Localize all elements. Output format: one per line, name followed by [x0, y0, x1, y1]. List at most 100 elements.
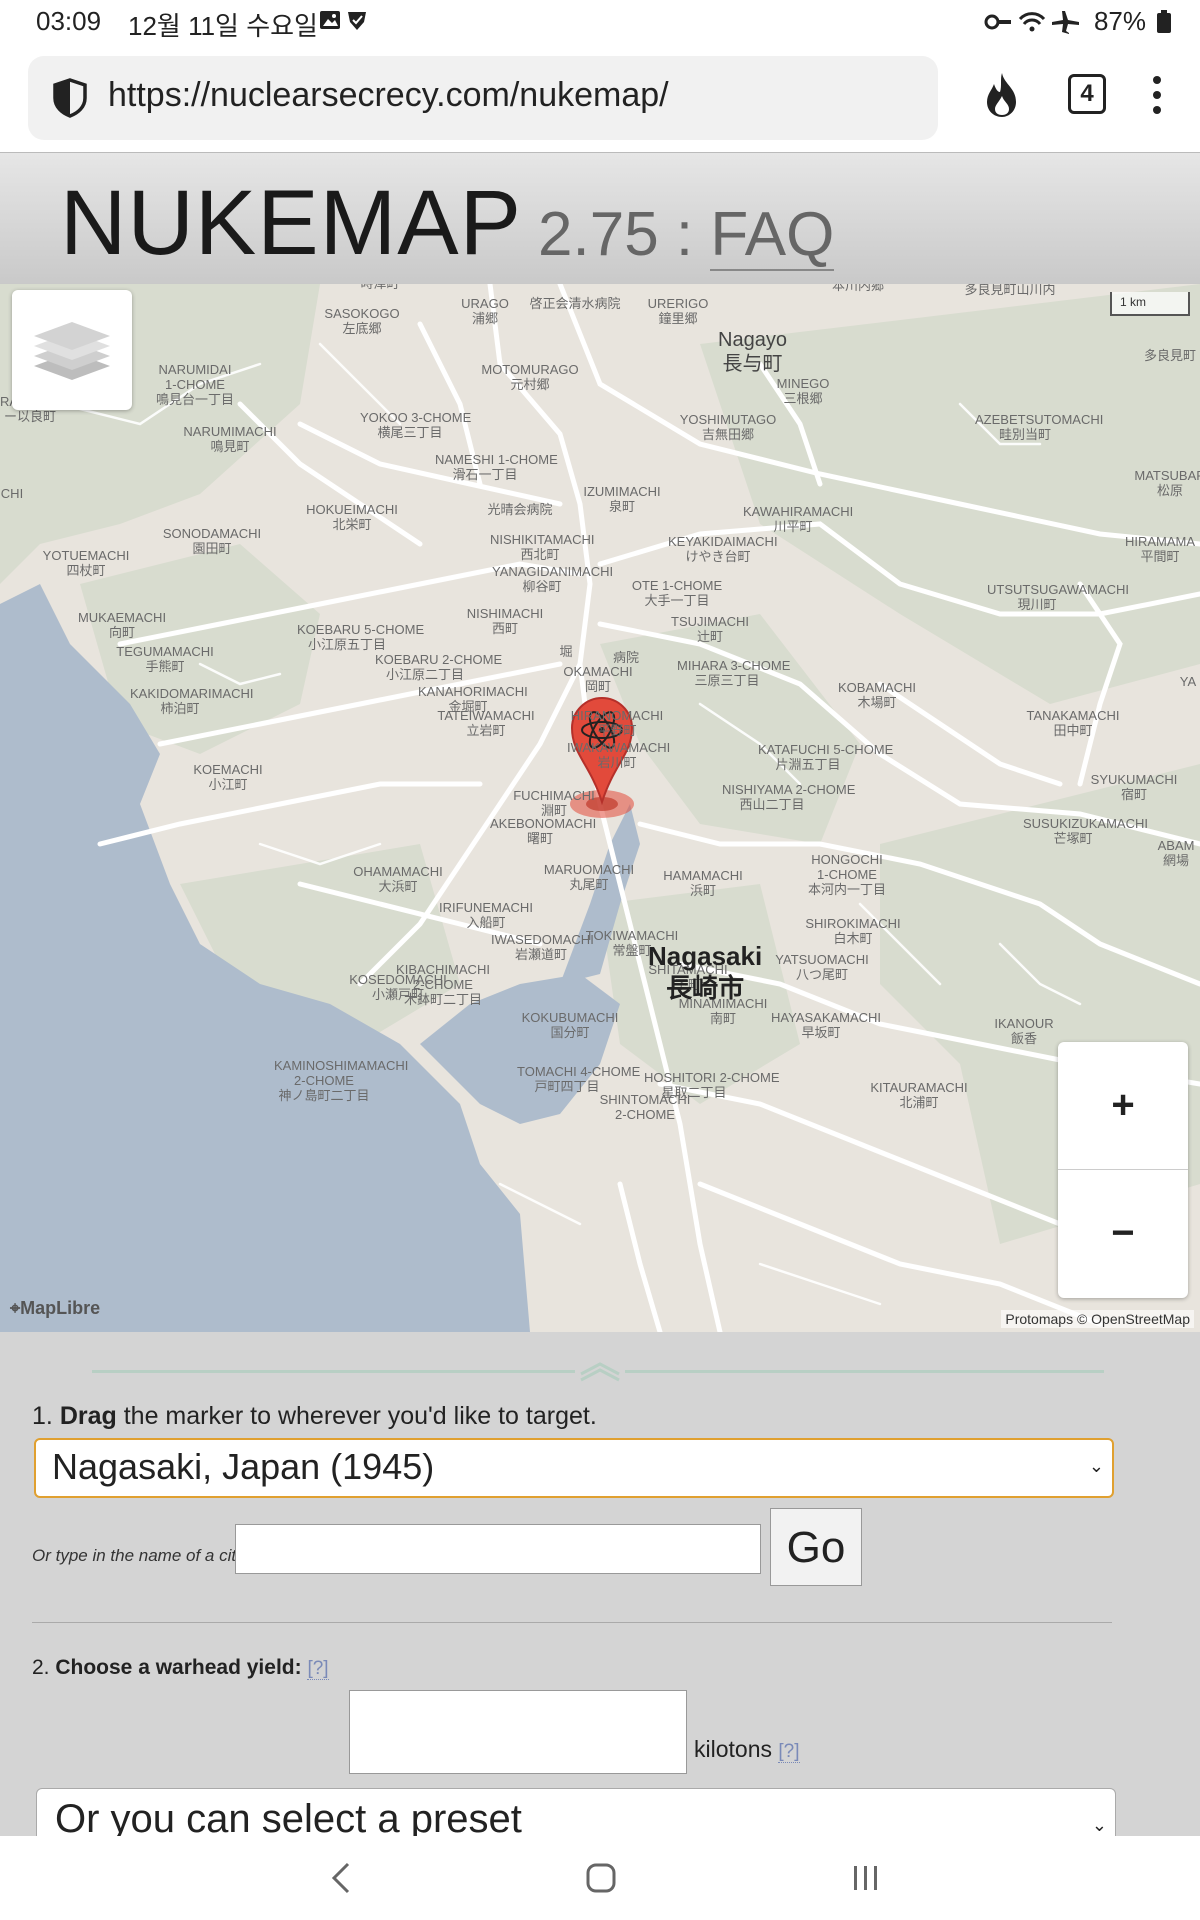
district-label: SASOKOGO 左底郷 [324, 306, 400, 336]
chevron-up-icon[interactable] [575, 1352, 625, 1382]
district-label: KOEMACHI 小江町 [193, 762, 263, 792]
battery-icon [1157, 9, 1171, 33]
url-text[interactable]: https://nuclearsecrecy.com/nukemap/ [108, 76, 669, 115]
site-header: NUKEMAP 2.75 : FAQ [0, 152, 1200, 285]
chevron-down-icon: ⌄ [1088, 1456, 1104, 1476]
yield-help-link[interactable]: [?] [307, 1658, 329, 1680]
district-label: TANAKAMACHI 田中町 [1026, 708, 1120, 738]
district-label: HIRAMAMA 平間町 [1124, 534, 1196, 564]
district-label: 本川内郷 [831, 284, 884, 293]
district-label: HIRANOMACHI 平野町 [570, 708, 664, 738]
district-label: TATEIWAMACHI 立岩町 [437, 708, 535, 738]
district-label: NARUMIMACHI 鳴見町 [183, 424, 277, 454]
preset-select[interactable]: Or you can select a preset ⌄ [36, 1788, 1116, 1836]
district-label: KOEBARU 5-CHOME 小江原五丁目 [297, 622, 425, 652]
android-nav-bar [0, 1836, 1200, 1920]
layers-button[interactable] [12, 290, 132, 410]
chevron-down-icon: ⌄ [1091, 1815, 1107, 1835]
fire-icon[interactable] [980, 70, 1024, 120]
district-label: HAMAMACHI 浜町 [663, 868, 743, 898]
district-label: URAGO 浦郷 [461, 296, 509, 326]
district-label: HAYASAKAMACHI 早坂町 [771, 1010, 882, 1040]
district-label: 多良見町山川内 [964, 284, 1056, 297]
recent-apps-icon[interactable] [848, 1858, 882, 1898]
district-label: MUKAEMACHI 向町 [77, 610, 167, 640]
city-select-value: Nagasaki, Japan (1945) [52, 1446, 435, 1487]
address-bar[interactable]: https://nuclearsecrecy.com/nukemap/ [28, 56, 938, 140]
district-label: YATSUOMACHI 八つ尾町 [775, 952, 869, 982]
district-label: KEYAKIDAIMACHI けやき台町 [668, 534, 778, 564]
back-icon[interactable] [326, 1858, 356, 1898]
district-label: HONGOCHI 1-CHOME 本河内一丁目 [807, 852, 886, 897]
map-attribution[interactable]: Protomaps © OpenStreetMap [1001, 1310, 1194, 1328]
tab-count-button[interactable]: 4 [1068, 74, 1106, 114]
district-label: NARUMIDAI 1-CHOME 鳴見台一丁目 [155, 362, 234, 407]
district-label: YOKOO 3-CHOME 横尾三丁目 [360, 410, 472, 440]
district-label: ABAM 網場 [1157, 838, 1195, 868]
district-label: SYUKUMACHI 宿町 [1090, 772, 1178, 802]
district-label: TOMACHI 4-CHOME 戸町四丁目 [517, 1064, 641, 1094]
maplibre-pin-icon: ⌖ [10, 1298, 21, 1318]
district-label: IRIFUNEMACHI 入船町 [439, 900, 533, 930]
district-label: 啓正会清水病院 [529, 296, 621, 311]
district-label: YANAGIDANIMACHI 柳谷町 [492, 564, 614, 594]
section-divider [32, 1622, 1112, 1623]
district-label: MATSUBAR 松原 [1134, 468, 1200, 498]
city-select[interactable]: Nagasaki, Japan (1945) ⌄ [34, 1438, 1114, 1498]
district-label: 時津町 [330, 284, 430, 291]
kilotons-help-link[interactable]: [?] [778, 1741, 800, 1763]
yield-input[interactable] [349, 1690, 687, 1774]
district-label: AKEBONOMACHI 曙町 [490, 816, 597, 846]
more-menu-icon[interactable] [1152, 70, 1162, 120]
shield-icon[interactable] [48, 76, 92, 120]
layers-icon [34, 322, 110, 380]
maplibre-logo[interactable]: ⌖MapLibre [10, 1298, 100, 1319]
step2-number: 2. [32, 1656, 50, 1679]
district-label: NISHIYAMA 2-CHOME 西山二丁目 [722, 782, 855, 812]
district-label: MINEGO 三根郷 [776, 376, 830, 406]
status-right: 87% [984, 6, 1172, 37]
district-label: SHIROKIMACHI 白木町 [805, 916, 901, 946]
district-label: MARUOMACHI 丸尾町 [543, 862, 635, 892]
step2-instruction: 2. Choose a warhead yield: [?] [32, 1656, 329, 1680]
district-label: SUSUKIZUKAMACHI 芒塚町 [1023, 816, 1148, 846]
step2-bold: Choose a warhead yield: [55, 1656, 302, 1679]
district-label: NISHIKITAMACHI 西北町 [490, 532, 595, 562]
status-bar: 03:09 12월 11일 수요일 87% [0, 0, 1200, 48]
district-label: IWAKAWAMACHI 岩川町 [567, 740, 671, 770]
district-label: URERIGO 鐘里郷 [647, 296, 709, 326]
district-label: KOBAMACHI 木場町 [837, 680, 916, 710]
district-label: KOKUBUMACHI 国分町 [521, 1010, 619, 1040]
district-label: SHINTOMACHI 2-CHOME [599, 1092, 691, 1122]
district-label: UTSUTSUGAWAMACHI 現川町 [987, 582, 1130, 612]
step1-instruction: 1. Drag the marker to wherever you'd lik… [32, 1402, 597, 1431]
district-label: 病院 [612, 650, 639, 665]
district-label: NAMESHI 1-CHOME 滑石一丁目 [435, 452, 558, 482]
district-label: NISHIMACHI 西町 [466, 606, 544, 636]
zoom-in-button[interactable]: + [1058, 1042, 1188, 1170]
zoom-out-button[interactable]: − [1058, 1170, 1188, 1297]
version-number: 2.75 : [538, 200, 694, 269]
district-label: TSUJIMACHI 辻町 [671, 614, 749, 644]
scale-bar: 1 km [1110, 292, 1190, 316]
faq-link[interactable]: FAQ [710, 200, 835, 271]
kilotons-text: kilotons [694, 1736, 772, 1762]
notification-icons [318, 8, 378, 41]
kilotons-label: kilotons [?] [694, 1736, 800, 1763]
home-icon[interactable] [584, 1858, 618, 1898]
city-search-input[interactable] [235, 1524, 761, 1574]
district-label: YOTUEMACHI 四杖町 [42, 548, 130, 578]
district-label: IWASEDOMACHI 岩瀬道町 [491, 932, 594, 962]
maplibre-label: MapLibre [20, 1298, 101, 1318]
town-label-nagayo: Nagayo 長与町 [718, 329, 787, 375]
district-label: KITAURAMACHI 北浦町 [870, 1080, 968, 1110]
district-label: OKAMACHI 岡町 [563, 664, 633, 694]
district-label: KAWAHIRAMACHI 川平町 [743, 504, 854, 534]
system-icons [984, 10, 1079, 34]
go-button[interactable]: Go [770, 1508, 862, 1586]
city-input-label: Or type in the name of a city: [32, 1546, 250, 1565]
scale-label: 1 km [1120, 295, 1147, 309]
district-label: YA [1179, 674, 1197, 689]
map-view[interactable]: 時津町 URAGO 浦郷 啓正会清水病院 URERIGO 鐘里郷 本川内郷 多良見町山川内… [0, 284, 1200, 1332]
district-label: MOTOMURAGO 元村郷 [481, 362, 579, 392]
